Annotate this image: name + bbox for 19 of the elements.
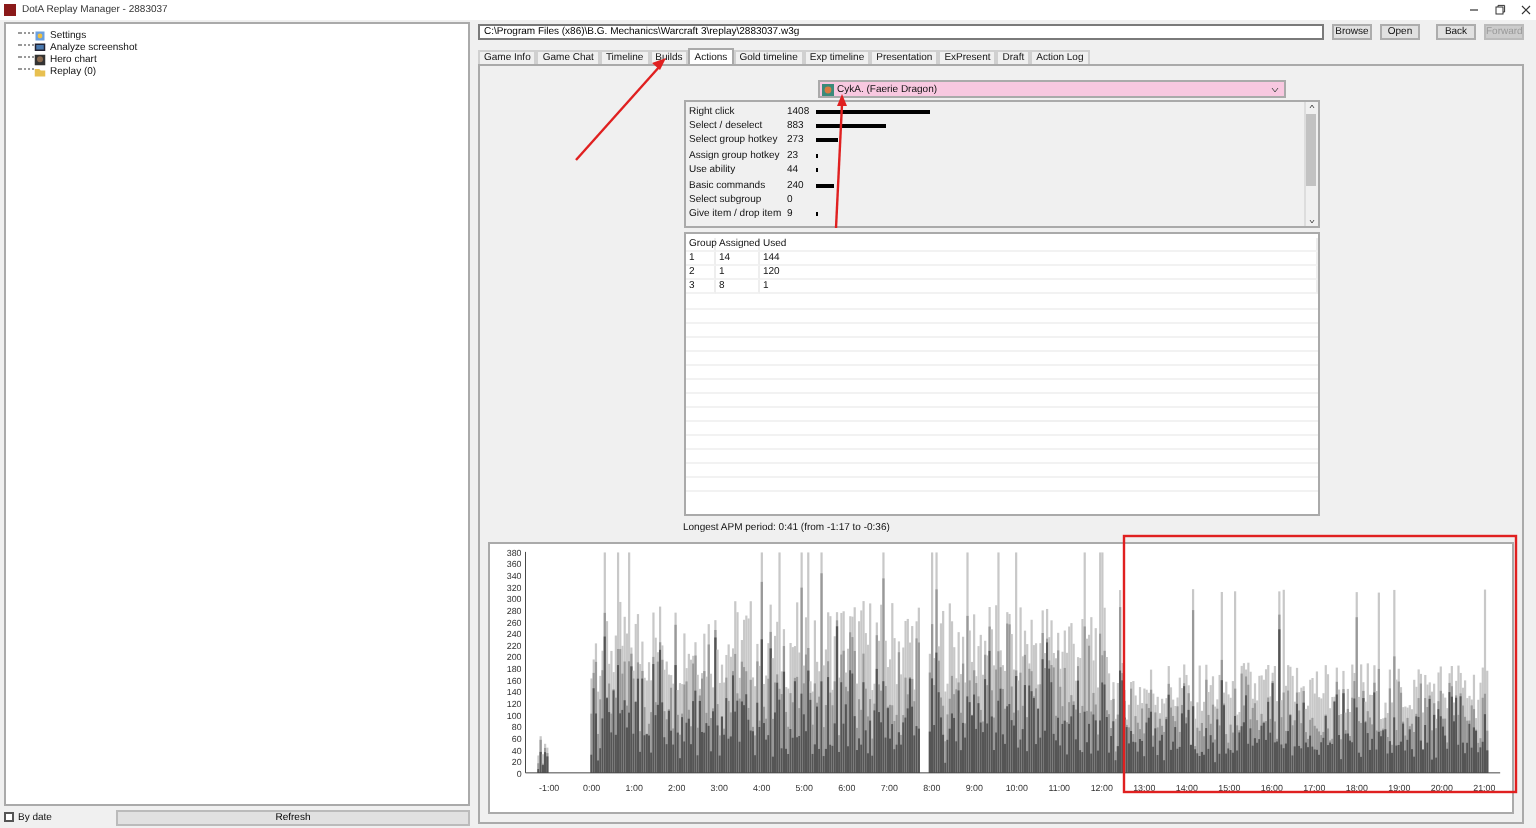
action-bar [815, 109, 929, 114]
app-icon [4, 4, 16, 16]
caret-icon [1269, 85, 1279, 93]
scroll-down-icon[interactable] [1307, 218, 1315, 226]
arrow-annotation [834, 94, 847, 229]
action-bar [815, 138, 838, 143]
monitor-icon [34, 42, 46, 54]
restore-icon[interactable] [1490, 2, 1510, 18]
action-bar [815, 183, 835, 188]
hero-portrait-icon [821, 83, 833, 95]
gear-icon [34, 30, 46, 42]
folder-icon [34, 66, 46, 78]
by-date-checkbox[interactable] [4, 812, 14, 822]
portrait-icon [34, 54, 46, 66]
arrow-annotation [575, 58, 666, 161]
scrollbar[interactable] [1303, 102, 1317, 226]
close-icon[interactable] [1516, 2, 1536, 18]
action-bar [815, 124, 887, 129]
scroll-up-icon[interactable] [1307, 102, 1315, 110]
